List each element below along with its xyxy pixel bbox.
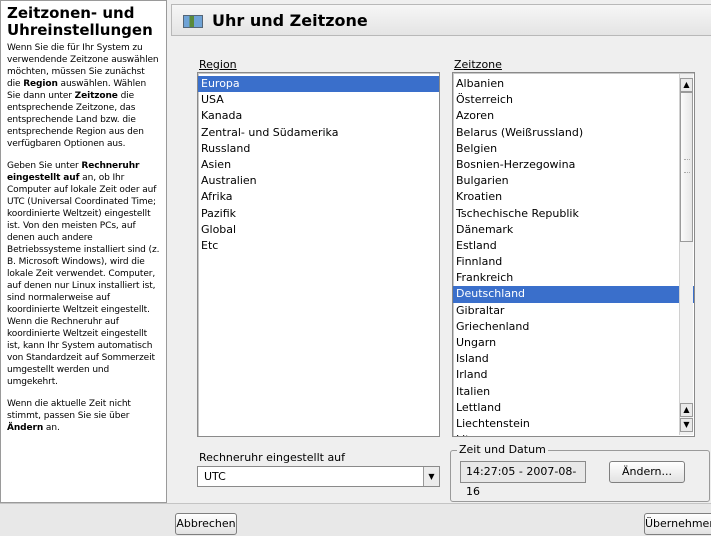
region-list-item[interactable]: Asien — [198, 157, 439, 173]
help-text: Geben Sie unter — [7, 161, 82, 171]
clock-select[interactable]: UTC ▼ — [197, 466, 440, 487]
region-list-item[interactable]: Global — [198, 222, 439, 238]
region-label: Region — [199, 58, 237, 71]
help-title: Zeitzonen- und Uhreinstellungen — [7, 4, 153, 39]
world-map-icon — [183, 15, 203, 28]
datetime-group: Zeit und Datum 14:27:05 - 2007-08-16 Änd… — [450, 443, 710, 502]
cancel-button[interactable]: Abbrechen — [175, 513, 237, 535]
zone-list-item[interactable]: Finnland — [453, 254, 694, 270]
zone-list-item[interactable]: Deutschland — [453, 286, 694, 303]
zone-list-item[interactable]: Albanien — [453, 76, 694, 92]
zone-rows: Albanien Österreich Azoren Belarus (Weißrus… — [453, 76, 694, 436]
zone-list-item[interactable]: Italien — [453, 384, 694, 400]
help-bold-region: Region — [23, 79, 58, 89]
zone-list-item[interactable]: Griechenland — [453, 319, 694, 335]
zone-list-item[interactable]: Ungarn — [453, 335, 694, 351]
zone-list-item[interactable]: Liechtenstein — [453, 416, 694, 432]
zone-list-item[interactable]: Litauen — [453, 432, 694, 436]
region-list-item[interactable]: Zentral- und Südamerika — [198, 125, 439, 141]
help-paragraph-change: Wenn die aktuelle Zeit nicht stimmt, pas… — [7, 398, 160, 434]
help-bold-zone: Zeitzone — [74, 91, 118, 101]
region-list-item[interactable]: Kanada — [198, 108, 439, 124]
zone-list-item[interactable]: Bulgarien — [453, 173, 694, 189]
scroll-thumb[interactable] — [680, 92, 693, 242]
datetime-field: 14:27:05 - 2007-08-16 — [460, 461, 586, 498]
scroll-up-button-lower[interactable]: ▲ — [680, 403, 693, 417]
zone-scrollbar[interactable]: ▲ ▲ ▼ — [679, 74, 693, 435]
page-header: Uhr und Zeitzone — [171, 4, 711, 36]
zone-label: Zeitzone — [454, 58, 502, 71]
accept-button[interactable]: Übernehmen — [644, 513, 711, 535]
region-list-item[interactable]: USA — [198, 92, 439, 108]
help-text: Wenn die aktuelle Zeit nicht stimmt, pas… — [7, 399, 131, 421]
zone-list-item[interactable]: Bosnien-Herzegowina — [453, 157, 694, 173]
clock-select-value: UTC — [204, 470, 226, 483]
grip-icon — [684, 159, 690, 173]
page-title: Uhr und Zeitzone — [212, 11, 368, 30]
help-text: an. — [43, 423, 60, 433]
zone-list-item[interactable]: Tschechische Republik — [453, 206, 694, 222]
help-paragraph-region: Wenn Sie die für Ihr System zu verwenden… — [7, 42, 160, 150]
chevron-down-icon[interactable]: ▼ — [423, 467, 439, 486]
datetime-legend: Zeit und Datum — [457, 443, 548, 456]
help-text: an, ob Ihr Computer auf lokale Zeit oder… — [7, 173, 160, 387]
change-button[interactable]: Ändern... — [609, 461, 685, 483]
region-list-item[interactable]: Pazifik — [198, 206, 439, 222]
button-bar — [0, 503, 711, 536]
zone-list-item[interactable]: Dänemark — [453, 222, 694, 238]
zone-list-item[interactable]: Irland — [453, 367, 694, 383]
zone-list-item[interactable]: Belgien — [453, 141, 694, 157]
region-list-item[interactable]: Afrika — [198, 189, 439, 205]
scroll-down-button[interactable]: ▼ — [680, 418, 693, 432]
zone-list-item[interactable]: Lettland — [453, 400, 694, 416]
zone-list-item[interactable]: Österreich — [453, 92, 694, 108]
clock-label-text: Rechneruhr eingestellt auf — [199, 451, 346, 464]
zone-list[interactable]: Albanien Österreich Azoren Belarus (Weißrus… — [452, 72, 695, 437]
zone-list-item[interactable]: Belarus (Weißrussland) — [453, 125, 694, 141]
help-panel: Zeitzonen- und Uhreinstellungen Wenn Sie… — [0, 0, 167, 503]
zone-list-item[interactable]: Azoren — [453, 108, 694, 124]
scroll-up-button[interactable]: ▲ — [680, 78, 693, 92]
region-list-item[interactable]: Russland — [198, 141, 439, 157]
region-list[interactable]: Europa USA Kanada Zentral- und Südamerika Ru… — [197, 72, 440, 437]
zone-list-item[interactable]: Estland — [453, 238, 694, 254]
region-list-item[interactable]: Etc — [198, 238, 439, 254]
region-list-item[interactable]: Australien — [198, 173, 439, 189]
zone-list-item[interactable]: Gibraltar — [453, 303, 694, 319]
clock-label: Rechneruhr eingestellt auf — [199, 451, 345, 464]
help-paragraph-clock: Geben Sie unter Rechneruhr eingestellt a… — [7, 160, 160, 388]
region-list-item[interactable]: Europa — [198, 76, 439, 93]
zone-list-item[interactable]: Island — [453, 351, 694, 367]
zone-list-item[interactable]: Kroatien — [453, 189, 694, 205]
zone-list-item[interactable]: Frankreich — [453, 270, 694, 286]
help-bold-change: Ändern — [7, 423, 44, 433]
